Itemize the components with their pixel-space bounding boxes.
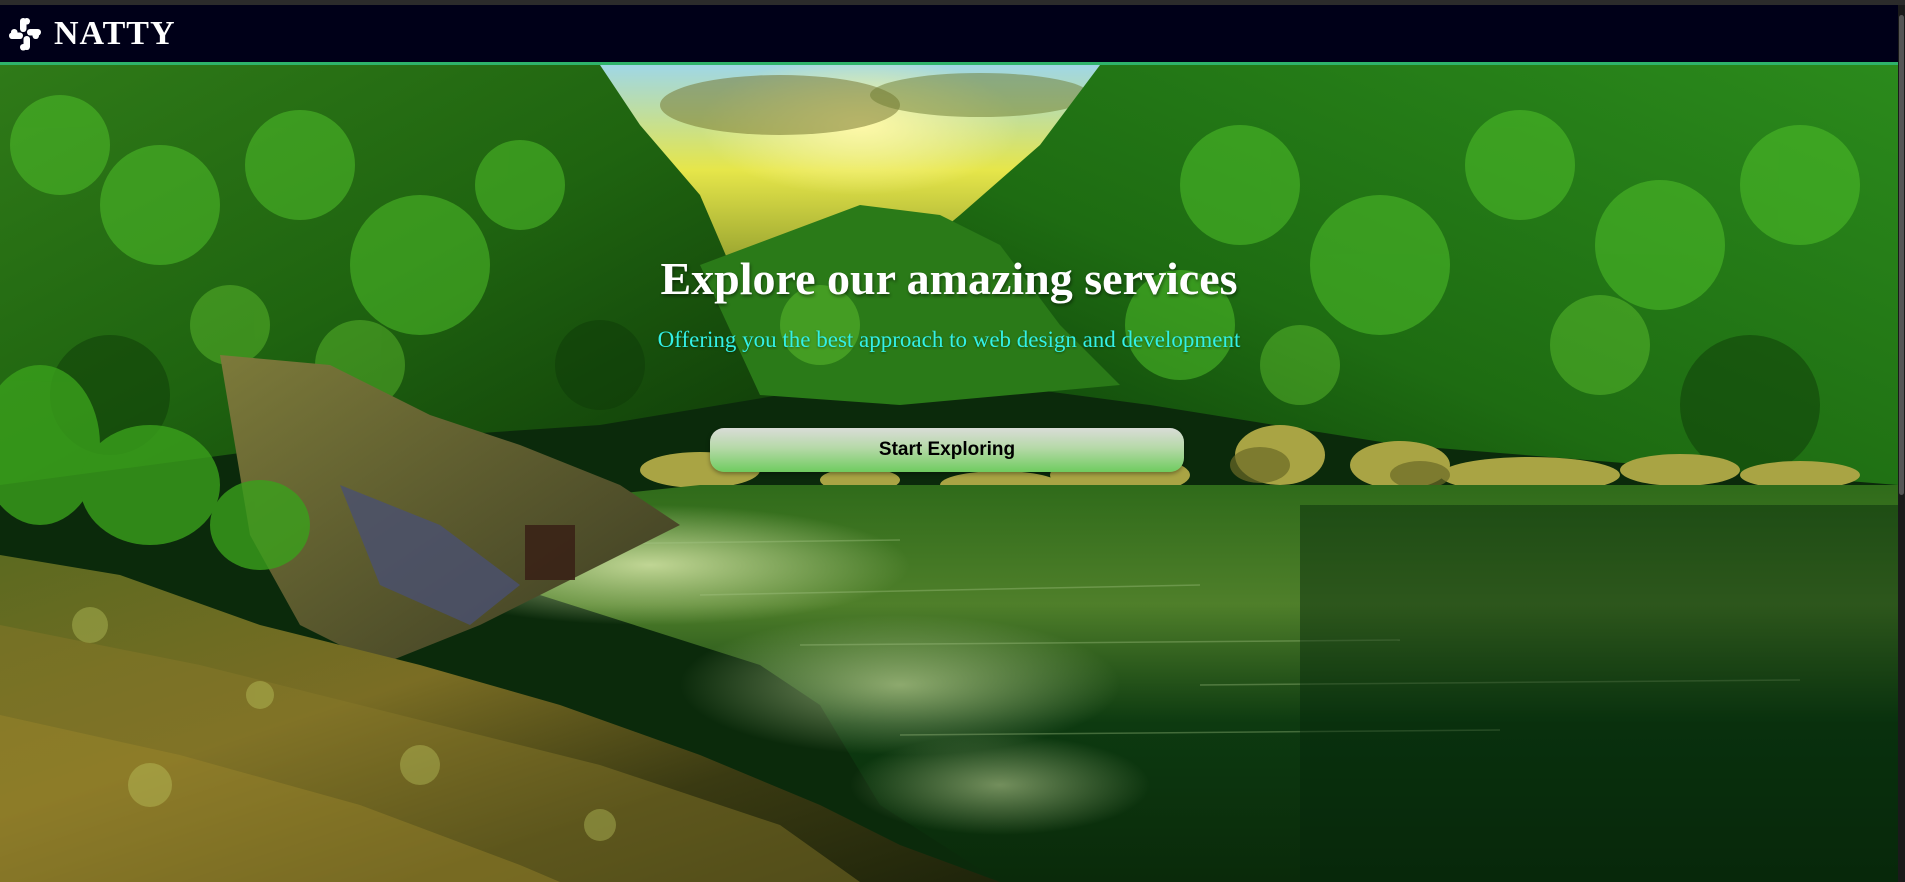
hero-section: Explore our amazing services Offering yo… <box>0 65 1898 882</box>
brand-name: NATTY <box>54 14 176 52</box>
scrollbar-thumb[interactable] <box>1899 15 1904 495</box>
hero-title: Explore our amazing services <box>660 253 1238 304</box>
slack-hash-icon <box>9 17 41 50</box>
hero-subtitle: Offering you the best approach to web de… <box>657 327 1241 352</box>
start-exploring-button[interactable]: Start Exploring <box>710 428 1184 472</box>
browser-viewport: NATTY Explore our amazing services Offer… <box>0 5 1898 882</box>
vertical-scrollbar[interactable] <box>1898 5 1905 882</box>
top-navbar: NATTY <box>0 5 1898 65</box>
hero-background-image <box>0 65 1898 882</box>
brand-logo[interactable]: NATTY <box>8 14 176 52</box>
